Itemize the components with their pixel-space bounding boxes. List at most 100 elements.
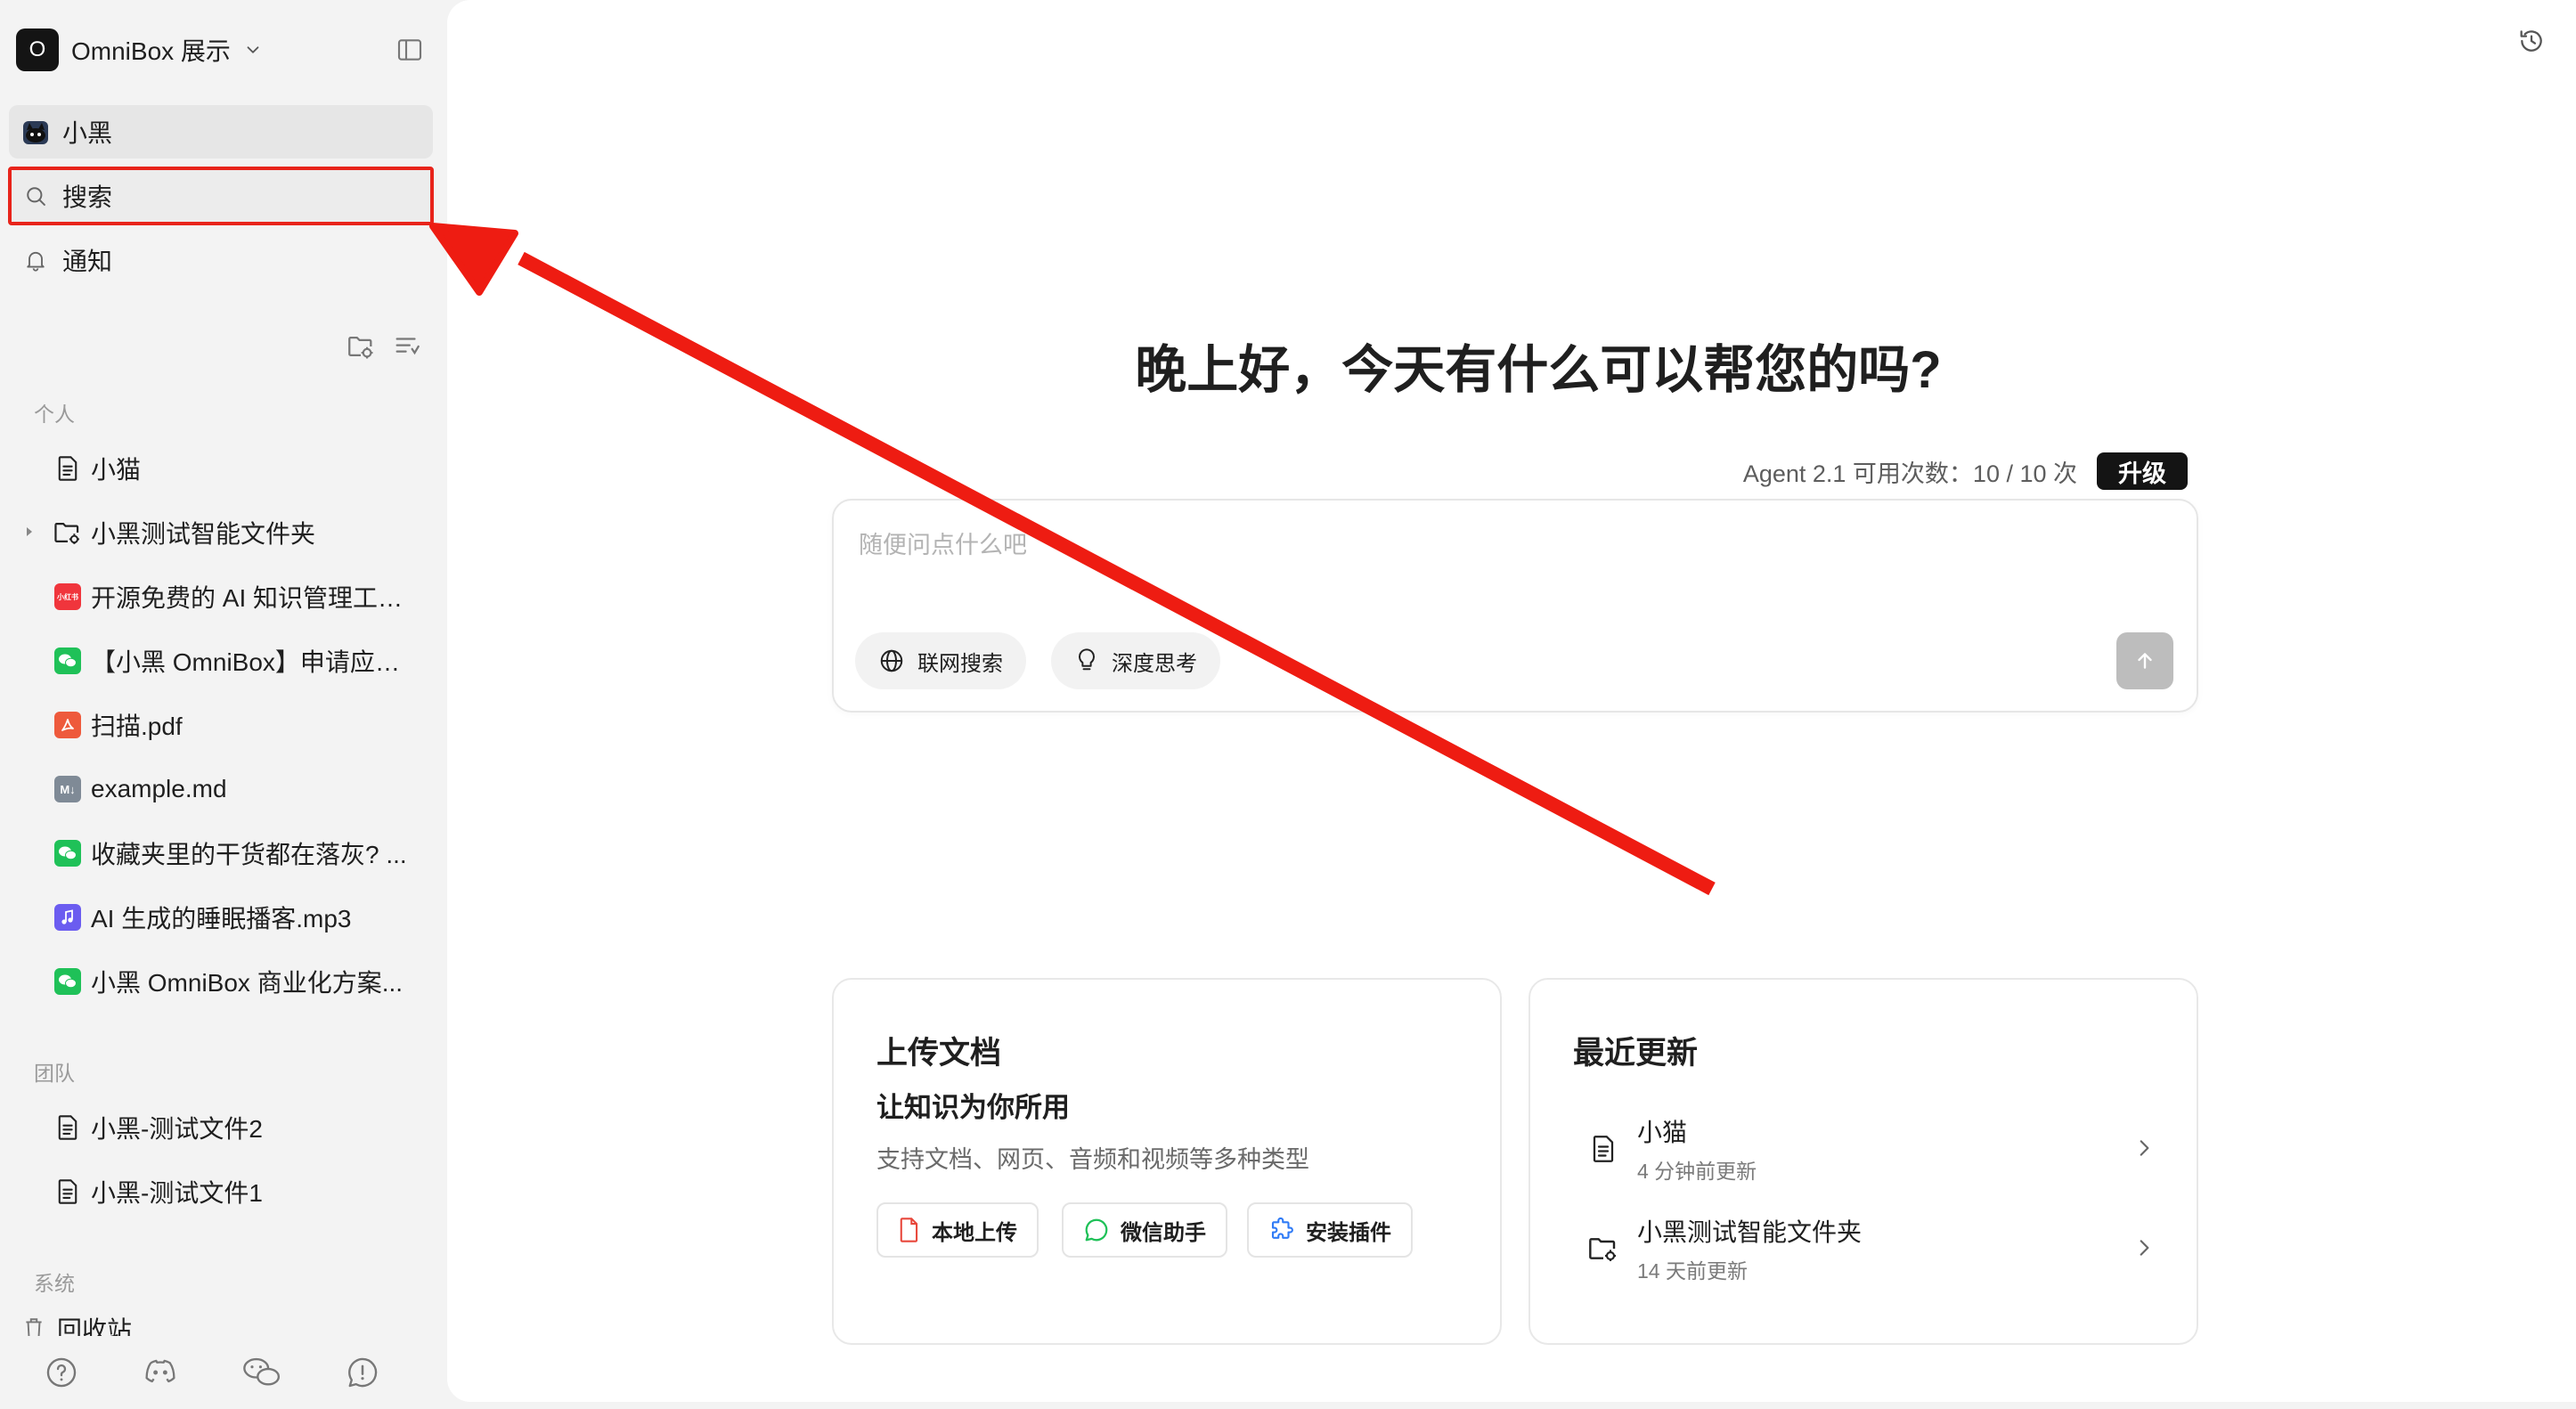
install-plugin-button[interactable]: 安装插件: [1247, 1202, 1413, 1258]
recent-card: 最近更新 小猫 4 分钟前更新 小黑测试智能文件夹 14 天前更新: [1528, 978, 2198, 1345]
sidebar-item-label: 收藏夹里的干货都在落灰? ...: [91, 841, 407, 868]
wechat-assistant-button[interactable]: 微信助手: [1062, 1202, 1227, 1258]
deep-think-toggle[interactable]: 深度思考: [1051, 632, 1220, 689]
sidebar-item-label: 小黑 OmniBox 商业化方案...: [91, 969, 404, 997]
document-icon: [53, 1177, 82, 1206]
file-upload-icon: [898, 1217, 921, 1243]
chat-bubble-icon: [1083, 1217, 1110, 1243]
chevron-down-icon: [243, 40, 263, 60]
upgrade-button[interactable]: 升级: [2097, 452, 2188, 490]
sidebar-item-label: 小黑-测试文件2: [91, 1115, 263, 1143]
chevron-right-icon: [2132, 1236, 2156, 1259]
section-team-label: 团队: [34, 1062, 75, 1085]
wechat-icon: [53, 647, 82, 675]
history-icon[interactable]: [2517, 27, 2546, 55]
sidebar-item[interactable]: 小黑-测试文件2: [53, 1103, 428, 1152]
wechat-assistant-label: 微信助手: [1121, 1220, 1206, 1245]
nav-agent-label: 小黑: [62, 119, 113, 147]
puzzle-icon: [1268, 1217, 1295, 1243]
sidebar-item[interactable]: 小黑 OmniBox 商业化方案...: [53, 957, 428, 1006]
search-icon: [20, 180, 52, 212]
document-icon: [1586, 1131, 1621, 1167]
recent-item[interactable]: 小黑测试智能文件夹 14 天前更新: [1586, 1213, 2156, 1284]
sidebar-item-label: 【小黑 OmniBox】申请应聘...: [91, 648, 420, 676]
new-smart-folder-icon[interactable]: [346, 331, 376, 362]
xiaohongshu-icon: 小红书: [53, 582, 82, 611]
recent-item-name: 小猫: [1637, 1119, 1688, 1146]
quota-text: Agent 2.1 可用次数：10 / 10 次: [1742, 460, 2077, 487]
arrow-up-icon: [2133, 649, 2156, 672]
nav-notify-label: 通知: [62, 248, 113, 275]
smart-folder-icon: [1586, 1231, 1621, 1266]
greeting-heading: 晚上好，今天有什么可以帮您的吗?: [1135, 341, 1942, 399]
pdf-icon: [53, 711, 82, 739]
wechat-outline-icon[interactable]: [242, 1356, 281, 1389]
sidebar: O OmniBox 展示 小黑 搜索 通知 个人 小猫 小黑测试智能文件夹 小红…: [0, 0, 447, 1409]
nav-agent[interactable]: 小黑: [9, 105, 433, 159]
quota-row: Agent 2.1 可用次数：10 / 10 次 升级: [1743, 452, 2188, 490]
bell-icon: [20, 244, 52, 276]
sidebar-item-label: 开源免费的 AI 知识管理工具...: [91, 584, 420, 612]
section-system-label: 系统: [34, 1272, 75, 1295]
sidebar-item[interactable]: 小猫: [53, 444, 428, 493]
workspace-switcher[interactable]: O OmniBox 展示: [16, 27, 263, 73]
local-upload-label: 本地上传: [932, 1220, 1017, 1245]
sort-list-icon[interactable]: [392, 331, 422, 362]
workspace-name: OmniBox 展示: [71, 37, 231, 65]
upload-card-title: 上传文档: [876, 1036, 1002, 1071]
sidebar-item[interactable]: 收藏夹里的干货都在落灰? ...: [53, 828, 428, 878]
nav-notify[interactable]: 通知: [9, 233, 433, 287]
lightbulb-icon: [1074, 647, 1099, 674]
recent-item-name: 小黑测试智能文件夹: [1637, 1218, 1863, 1246]
sidebar-item[interactable]: AI 生成的睡眠播客.mp3: [53, 892, 428, 942]
document-icon: [53, 454, 82, 483]
document-icon: [53, 1113, 82, 1142]
deep-think-label: 深度思考: [1112, 651, 1197, 676]
web-search-label: 联网搜索: [917, 651, 1003, 676]
sidebar-item[interactable]: 【小黑 OmniBox】申请应聘...: [53, 636, 428, 686]
audio-icon: [53, 903, 82, 932]
section-personal-label: 个人: [34, 403, 75, 426]
sidebar-item-label: 扫描.pdf: [91, 713, 183, 740]
sidebar-item[interactable]: 小黑-测试文件1: [53, 1167, 428, 1217]
discord-icon[interactable]: [143, 1356, 178, 1389]
recent-item[interactable]: 小猫 4 分钟前更新: [1586, 1113, 2156, 1185]
sidebar-toggle-icon[interactable]: [395, 36, 424, 64]
nav-search[interactable]: 搜索: [9, 169, 433, 223]
sidebar-item[interactable]: 小黑测试智能文件夹: [53, 508, 428, 558]
cat-avatar-icon: [20, 116, 52, 148]
caret-right-icon[interactable]: [23, 525, 36, 538]
sidebar-item-label: example.md: [91, 775, 227, 802]
main-panel: 晚上好，今天有什么可以帮您的吗? Agent 2.1 可用次数：10 / 10 …: [447, 0, 2576, 1402]
chat-input-placeholder[interactable]: 随便问点什么吧: [859, 525, 1027, 560]
sidebar-item-label: 小黑测试智能文件夹: [91, 520, 316, 548]
recent-item-time: 4 分钟前更新: [1637, 1160, 1757, 1183]
sidebar-item-label: 小黑-测试文件1: [91, 1179, 263, 1207]
web-search-toggle[interactable]: 联网搜索: [855, 632, 1026, 689]
local-upload-button[interactable]: 本地上传: [876, 1202, 1039, 1258]
recent-card-title: 最近更新: [1573, 1036, 1699, 1071]
upload-card: 上传文档 让知识为你所用 支持文档、网页、音频和视频等多种类型 本地上传 微信助…: [832, 978, 1502, 1345]
recent-item-time: 14 天前更新: [1637, 1259, 1748, 1283]
sidebar-item[interactable]: 扫描.pdf: [53, 700, 428, 750]
smart-folder-icon: [53, 518, 82, 547]
wechat-icon: [53, 967, 82, 996]
markdown-icon: M↓: [53, 775, 82, 803]
workspace-avatar: O: [16, 29, 59, 71]
install-plugin-label: 安装插件: [1306, 1220, 1391, 1245]
upload-card-subtitle: 让知识为你所用: [876, 1092, 1070, 1123]
help-icon[interactable]: [45, 1356, 78, 1389]
chat-input-box[interactable]: 随便问点什么吧 联网搜索 深度思考: [832, 499, 2198, 713]
sidebar-item[interactable]: 小红书 开源免费的 AI 知识管理工具...: [53, 572, 428, 622]
tree-toolbar: [346, 331, 422, 362]
nav-search-label: 搜索: [62, 183, 113, 211]
sidebar-item-label: AI 生成的睡眠播客.mp3: [91, 905, 352, 933]
wechat-icon: [53, 839, 82, 867]
sidebar-item-label: 小猫: [91, 456, 142, 484]
upload-card-desc: 支持文档、网页、音频和视频等多种类型: [876, 1146, 1309, 1173]
globe-icon: [878, 647, 905, 674]
sidebar-item[interactable]: M↓ example.md: [53, 764, 428, 814]
feedback-icon[interactable]: [346, 1356, 379, 1389]
send-button[interactable]: [2116, 632, 2173, 689]
chevron-right-icon: [2132, 1136, 2156, 1160]
